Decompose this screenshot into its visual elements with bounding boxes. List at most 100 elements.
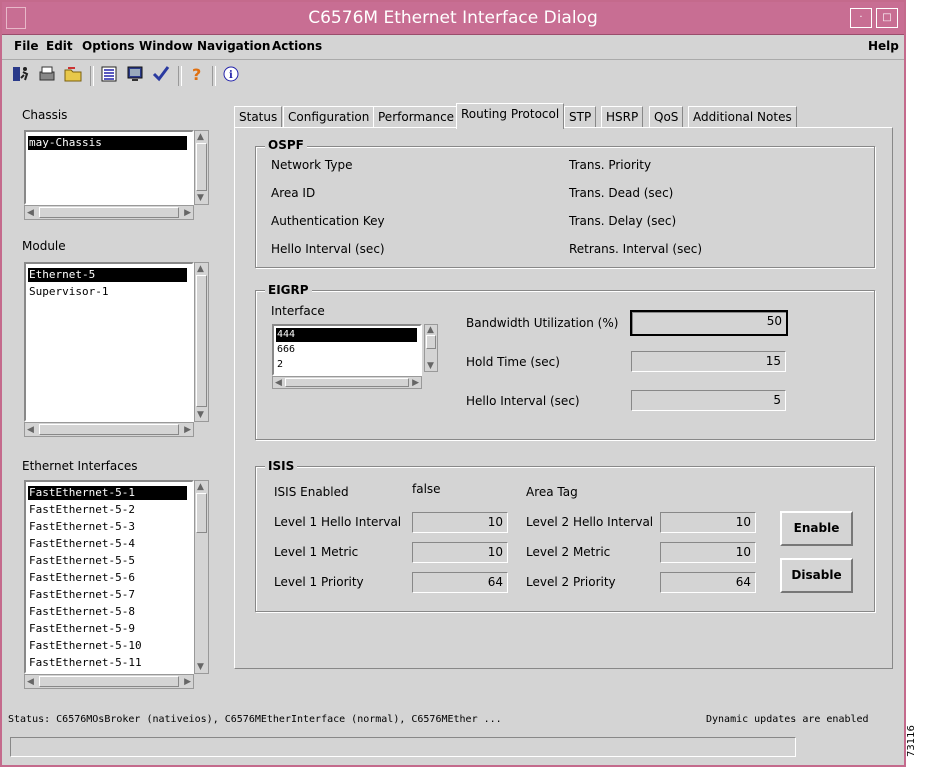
chassis-hscrollbar[interactable]: ◀ ▶ (24, 205, 194, 220)
figure-id: 73116 (906, 725, 917, 757)
tab-stp[interactable]: STP (564, 106, 597, 128)
svg-text:i: i (229, 70, 233, 81)
list-item[interactable]: may-Chassis (28, 136, 187, 150)
ospf-trans-dead-label: Trans. Dead (sec) (569, 186, 674, 200)
tab-qos[interactable]: QoS (649, 106, 684, 128)
menu-bar: File Edit Options Window Navigation Acti… (2, 35, 904, 60)
check-icon[interactable] (150, 64, 172, 86)
menu-file[interactable]: File (14, 39, 39, 53)
ospf-area-id-label: Area ID (271, 186, 316, 200)
eigrp-hold-time-label: Hold Time (sec) (466, 355, 560, 369)
eigrp-interface-list[interactable]: 444 666 2 (272, 324, 422, 376)
eigrp-hello-interval-field[interactable]: 5 (631, 390, 786, 411)
ospf-retrans-interval-label: Retrans. Interval (sec) (569, 242, 703, 256)
isis-l2-hello-field[interactable]: 10 (660, 512, 756, 533)
isis-l1-priority-field[interactable]: 64 (412, 572, 508, 593)
open-folder-icon[interactable] (62, 64, 84, 86)
isis-l1-metric-label: Level 1 Metric (274, 545, 359, 559)
exit-icon[interactable] (10, 64, 32, 86)
eigrp-hold-time-field[interactable]: 15 (631, 351, 786, 372)
menu-window[interactable]: Window (139, 39, 193, 53)
ethernet-vscrollbar[interactable]: ▲ ▼ (194, 480, 209, 674)
list-item[interactable]: FastEthernet-5-9 (28, 622, 135, 636)
ospf-trans-priority-label: Trans. Priority (569, 158, 652, 172)
ethernet-hscrollbar[interactable]: ◀ ▶ (24, 674, 194, 689)
menu-help[interactable]: Help (868, 39, 899, 53)
isis-l1-hello-label: Level 1 Hello Interval (274, 515, 402, 529)
disable-button[interactable]: Disable (780, 558, 853, 593)
tab-hsrp[interactable]: HSRP (601, 106, 644, 128)
eigrp-bandwidth-field[interactable]: 50 (630, 310, 788, 336)
list-item[interactable]: FastEthernet-5-3 (28, 520, 135, 534)
routing-protocol-panel: OSPF Network Type Area ID Authentication… (234, 127, 893, 669)
title-bar[interactable]: C6576M Ethernet Interface Dialog · □ (2, 2, 904, 35)
isis-title: ISIS (265, 459, 298, 473)
list-item[interactable]: FastEthernet-5-2 (28, 503, 135, 517)
isis-area-tag-label: Area Tag (526, 485, 578, 499)
status-bar (10, 737, 796, 757)
module-list[interactable]: Ethernet-5 Supervisor-1 (24, 262, 194, 422)
list-item[interactable]: Supervisor-1 (28, 285, 108, 299)
list-item[interactable]: FastEthernet-5-10 (28, 639, 142, 653)
tab-status[interactable]: Status (234, 106, 283, 128)
minimize-icon[interactable]: · (850, 8, 872, 28)
ospf-auth-key-label: Authentication Key (271, 214, 385, 228)
menu-navigation[interactable]: Navigation (197, 39, 270, 53)
list-item[interactable]: FastEthernet-5-11 (28, 656, 142, 670)
ospf-trans-delay-label: Trans. Delay (sec) (569, 214, 677, 228)
isis-l1-metric-field[interactable]: 10 (412, 542, 508, 563)
chassis-list[interactable]: may-Chassis (24, 130, 194, 205)
dynamic-updates-text: Dynamic updates are enabled (706, 714, 869, 725)
isis-l2-priority-field[interactable]: 64 (660, 572, 756, 593)
list-icon[interactable] (98, 64, 120, 86)
list-item[interactable]: FastEthernet-5-5 (28, 554, 135, 568)
isis-l2-metric-label: Level 2 Metric (526, 545, 611, 559)
isis-enabled-label: ISIS Enabled (274, 485, 349, 499)
chassis-vscrollbar[interactable]: ▲ ▼ (194, 130, 209, 205)
status-text: Status: C6576MOsBroker (nativeios), C657… (8, 714, 502, 725)
maximize-icon[interactable]: □ (876, 8, 898, 28)
list-item[interactable]: FastEthernet-5-7 (28, 588, 135, 602)
list-item[interactable]: 444 (276, 328, 417, 342)
module-label: Module (22, 239, 66, 253)
module-hscrollbar[interactable]: ◀ ▶ (24, 422, 194, 437)
tab-additional-notes[interactable]: Additional Notes (688, 106, 797, 128)
list-item[interactable]: FastEthernet-5-4 (28, 537, 135, 551)
monitor-icon[interactable] (124, 64, 146, 86)
enable-button[interactable]: Enable (780, 511, 853, 546)
window-title: C6576M Ethernet Interface Dialog (308, 8, 598, 28)
list-item[interactable]: 666 (276, 343, 295, 357)
isis-l2-priority-label: Level 2 Priority (526, 575, 616, 589)
isis-l1-priority-label: Level 1 Priority (274, 575, 364, 589)
list-item[interactable]: FastEthernet-5-1 (28, 486, 187, 500)
toolbar: ? i (2, 60, 904, 94)
list-item[interactable]: 2 (276, 358, 283, 372)
eigrp-hello-interval-label: Hello Interval (sec) (466, 394, 580, 408)
eigrp-hscrollbar[interactable]: ◀ ▶ (272, 376, 422, 389)
menu-actions[interactable]: Actions (272, 39, 322, 53)
eigrp-vscrollbar[interactable]: ▲ ▼ (424, 324, 438, 372)
help-icon[interactable]: ? (186, 64, 208, 86)
tab-performance[interactable]: Performance (373, 106, 460, 128)
list-item[interactable]: FastEthernet-5-8 (28, 605, 135, 619)
dialog-window: C6576M Ethernet Interface Dialog · □ Fil… (0, 0, 906, 767)
print-icon[interactable] (36, 64, 58, 86)
eigrp-bandwidth-label: Bandwidth Utilization (%) (466, 316, 619, 330)
ethernet-interfaces-list[interactable]: FastEthernet-5-1 FastEthernet-5-2 FastEt… (24, 480, 194, 674)
isis-l2-hello-label: Level 2 Hello Interval (526, 515, 654, 529)
isis-l1-hello-field[interactable]: 10 (412, 512, 508, 533)
isis-l2-metric-field[interactable]: 10 (660, 542, 756, 563)
list-item[interactable]: FastEthernet-5-6 (28, 571, 135, 585)
tab-routing-protocol[interactable]: Routing Protocol (456, 103, 565, 129)
tab-configuration[interactable]: Configuration (283, 106, 375, 128)
ospf-hello-interval-label: Hello Interval (sec) (271, 242, 385, 256)
eigrp-interface-label: Interface (271, 304, 325, 318)
menu-options[interactable]: Options (82, 39, 135, 53)
eigrp-title: EIGRP (265, 283, 312, 297)
menu-edit[interactable]: Edit (46, 39, 73, 53)
module-vscrollbar[interactable]: ▲ ▼ (194, 262, 209, 422)
svg-text:?: ? (192, 65, 201, 84)
info-icon[interactable]: i (220, 64, 242, 86)
list-item[interactable]: Ethernet-5 (28, 268, 187, 282)
chassis-label: Chassis (22, 108, 68, 122)
